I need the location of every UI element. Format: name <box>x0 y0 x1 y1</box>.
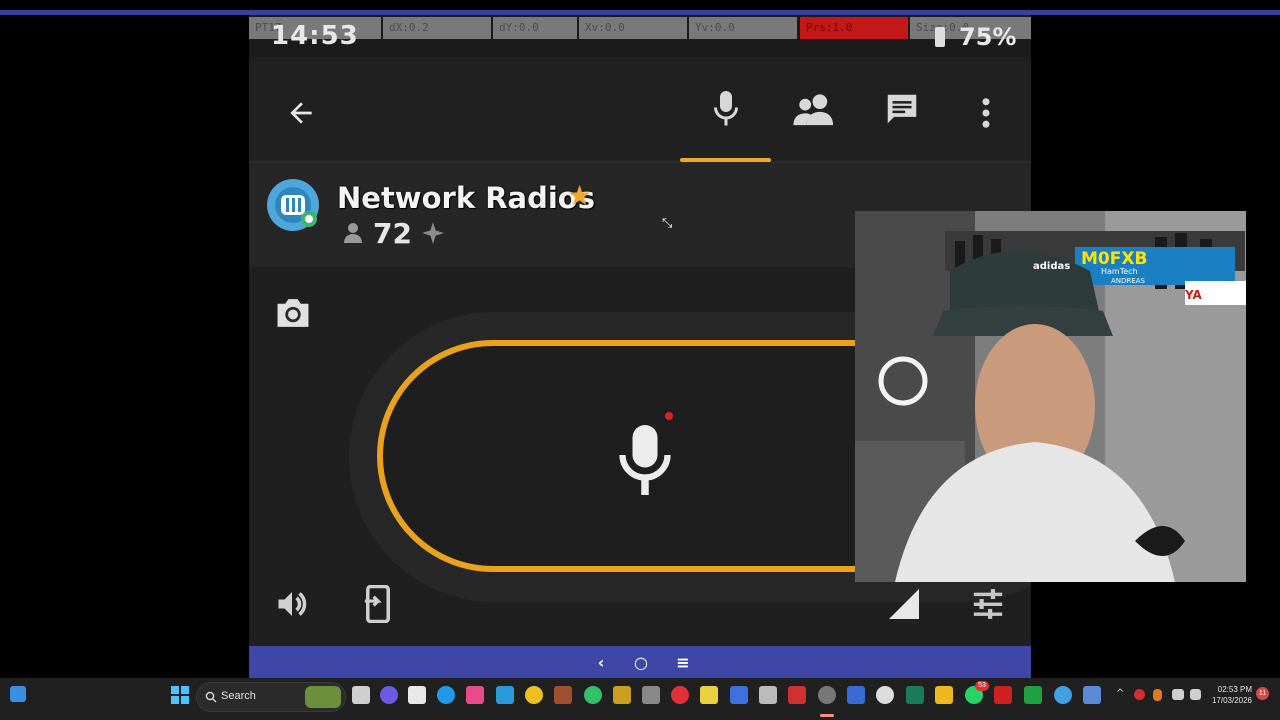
battery-icon <box>935 27 945 47</box>
microphone-icon <box>619 425 671 495</box>
more-options-button[interactable] <box>971 91 1001 135</box>
capcut-icon[interactable] <box>408 686 426 704</box>
widgets-icon[interactable] <box>10 686 26 702</box>
app-icon[interactable] <box>554 686 572 704</box>
acrobat-icon[interactable] <box>994 686 1012 704</box>
tab-chat[interactable] <box>877 85 927 133</box>
edge-icon[interactable] <box>437 686 455 704</box>
device-button[interactable] <box>355 581 401 627</box>
audio-settings-button[interactable] <box>965 581 1011 627</box>
channel-avatar <box>265 177 321 233</box>
active-tab-indicator <box>680 158 771 162</box>
app-icon[interactable] <box>1024 686 1042 704</box>
chatgpt-icon[interactable] <box>876 686 894 704</box>
pointer-info-cell: Xv:0.0 <box>579 17 687 39</box>
taskbar: Search 53 ^ 02:53 PM 17/03/2026 11 <box>0 678 1280 720</box>
tab-users[interactable] <box>789 85 839 133</box>
device-icon <box>364 585 390 623</box>
microphone-tray-icon[interactable] <box>1153 689 1162 701</box>
active-app-icon[interactable] <box>818 686 836 704</box>
chrome-icon[interactable] <box>525 686 543 704</box>
camera-button[interactable] <box>271 291 315 335</box>
pointer-info-cell: dX:0.2 <box>383 17 491 39</box>
notification-badge[interactable]: 11 <box>1256 687 1269 700</box>
recording-dot <box>665 412 673 420</box>
search-highlight-image <box>305 686 341 708</box>
app-icon[interactable] <box>613 686 631 704</box>
sparkle-icon <box>422 222 444 244</box>
signal-indicator <box>881 581 927 627</box>
app-icon[interactable] <box>642 686 660 704</box>
speaker-icon <box>278 592 307 616</box>
whatsapp-badge: 53 <box>975 681 989 691</box>
arrow-left-icon <box>290 102 312 124</box>
app-icon[interactable] <box>759 686 777 704</box>
tray-time[interactable]: 02:53 PM <box>1204 685 1252 694</box>
teams-icon[interactable] <box>380 686 398 704</box>
globe-icon[interactable] <box>1054 686 1072 704</box>
webcam-overlay: YA M0FXB HamTech ANDREAS adidas <box>855 211 1246 582</box>
member-count: 72 <box>373 217 412 250</box>
member-icon <box>344 223 362 243</box>
people-icon <box>793 94 834 126</box>
status-bar: PT17 dX:0.2 dY:0.0 Xv:0.0 Yv:0.0 Prs:1.0… <box>249 15 1031 57</box>
channel-name: Network Radios <box>337 181 595 215</box>
svg-text:YA: YA <box>1184 288 1203 302</box>
active-app-indicator <box>820 714 834 717</box>
app-icon[interactable] <box>847 686 865 704</box>
pointer-info-cell: Yv:0.0 <box>689 17 797 39</box>
channel-logo-icon <box>267 179 319 231</box>
windows-logo-icon <box>171 686 189 704</box>
search-placeholder: Search <box>221 690 256 702</box>
nav-home-button[interactable]: ○ <box>629 646 653 678</box>
callsign-sub: HamTech <box>1101 267 1138 276</box>
speaker-button[interactable] <box>269 581 315 627</box>
search-icon <box>205 691 217 703</box>
volume-icon[interactable] <box>1190 689 1201 700</box>
file-explorer-icon[interactable] <box>935 686 953 704</box>
sliders-icon <box>973 589 1003 619</box>
taskbar-search[interactable]: Search <box>196 682 346 712</box>
cap-logo: adidas <box>1033 261 1071 272</box>
photos-icon[interactable] <box>466 686 484 704</box>
start-button[interactable] <box>171 686 189 704</box>
app-icon[interactable] <box>906 686 924 704</box>
nav-menu-button[interactable]: ≡ <box>671 646 695 678</box>
tray-app-icon[interactable] <box>1134 689 1145 700</box>
microphone-icon <box>714 91 738 126</box>
battery-percent: 75% <box>959 23 1017 51</box>
app-icon[interactable] <box>700 686 718 704</box>
camera-icon <box>277 299 309 327</box>
network-icon[interactable] <box>1172 689 1184 700</box>
status-clock: 14:53 <box>271 21 359 51</box>
app-icon[interactable] <box>671 686 689 704</box>
pointer-info-cell: dY:0.0 <box>493 17 577 39</box>
pointer-info-cell-pressure: Prs:1.0 <box>800 17 908 39</box>
signal-icon <box>889 589 919 619</box>
task-view-icon[interactable] <box>352 686 370 704</box>
system-nav-bar: ‹ ○ ≡ <box>249 646 1031 678</box>
favorite-star-icon[interactable]: ★ <box>567 179 592 212</box>
callsign-sign: M0FXB <box>1081 249 1148 269</box>
tab-microphone[interactable] <box>702 85 750 133</box>
callsign-sub2: ANDREAS <box>1111 277 1145 285</box>
app-icon[interactable] <box>1083 686 1101 704</box>
app-bar <box>249 57 1031 161</box>
app-icon[interactable] <box>496 686 514 704</box>
app-icon[interactable] <box>730 686 748 704</box>
tray-chevron-up-icon[interactable]: ^ <box>1116 688 1124 699</box>
app-icon[interactable] <box>788 686 806 704</box>
back-button[interactable] <box>279 91 323 135</box>
resize-cursor-icon: ⤡ <box>662 216 673 231</box>
app-icon[interactable] <box>584 686 602 704</box>
more-vert-icon <box>982 98 990 128</box>
tray-date[interactable]: 17/03/2026 <box>1204 696 1252 705</box>
chat-icon <box>887 94 917 124</box>
nav-back-button[interactable]: ‹ <box>589 646 613 678</box>
